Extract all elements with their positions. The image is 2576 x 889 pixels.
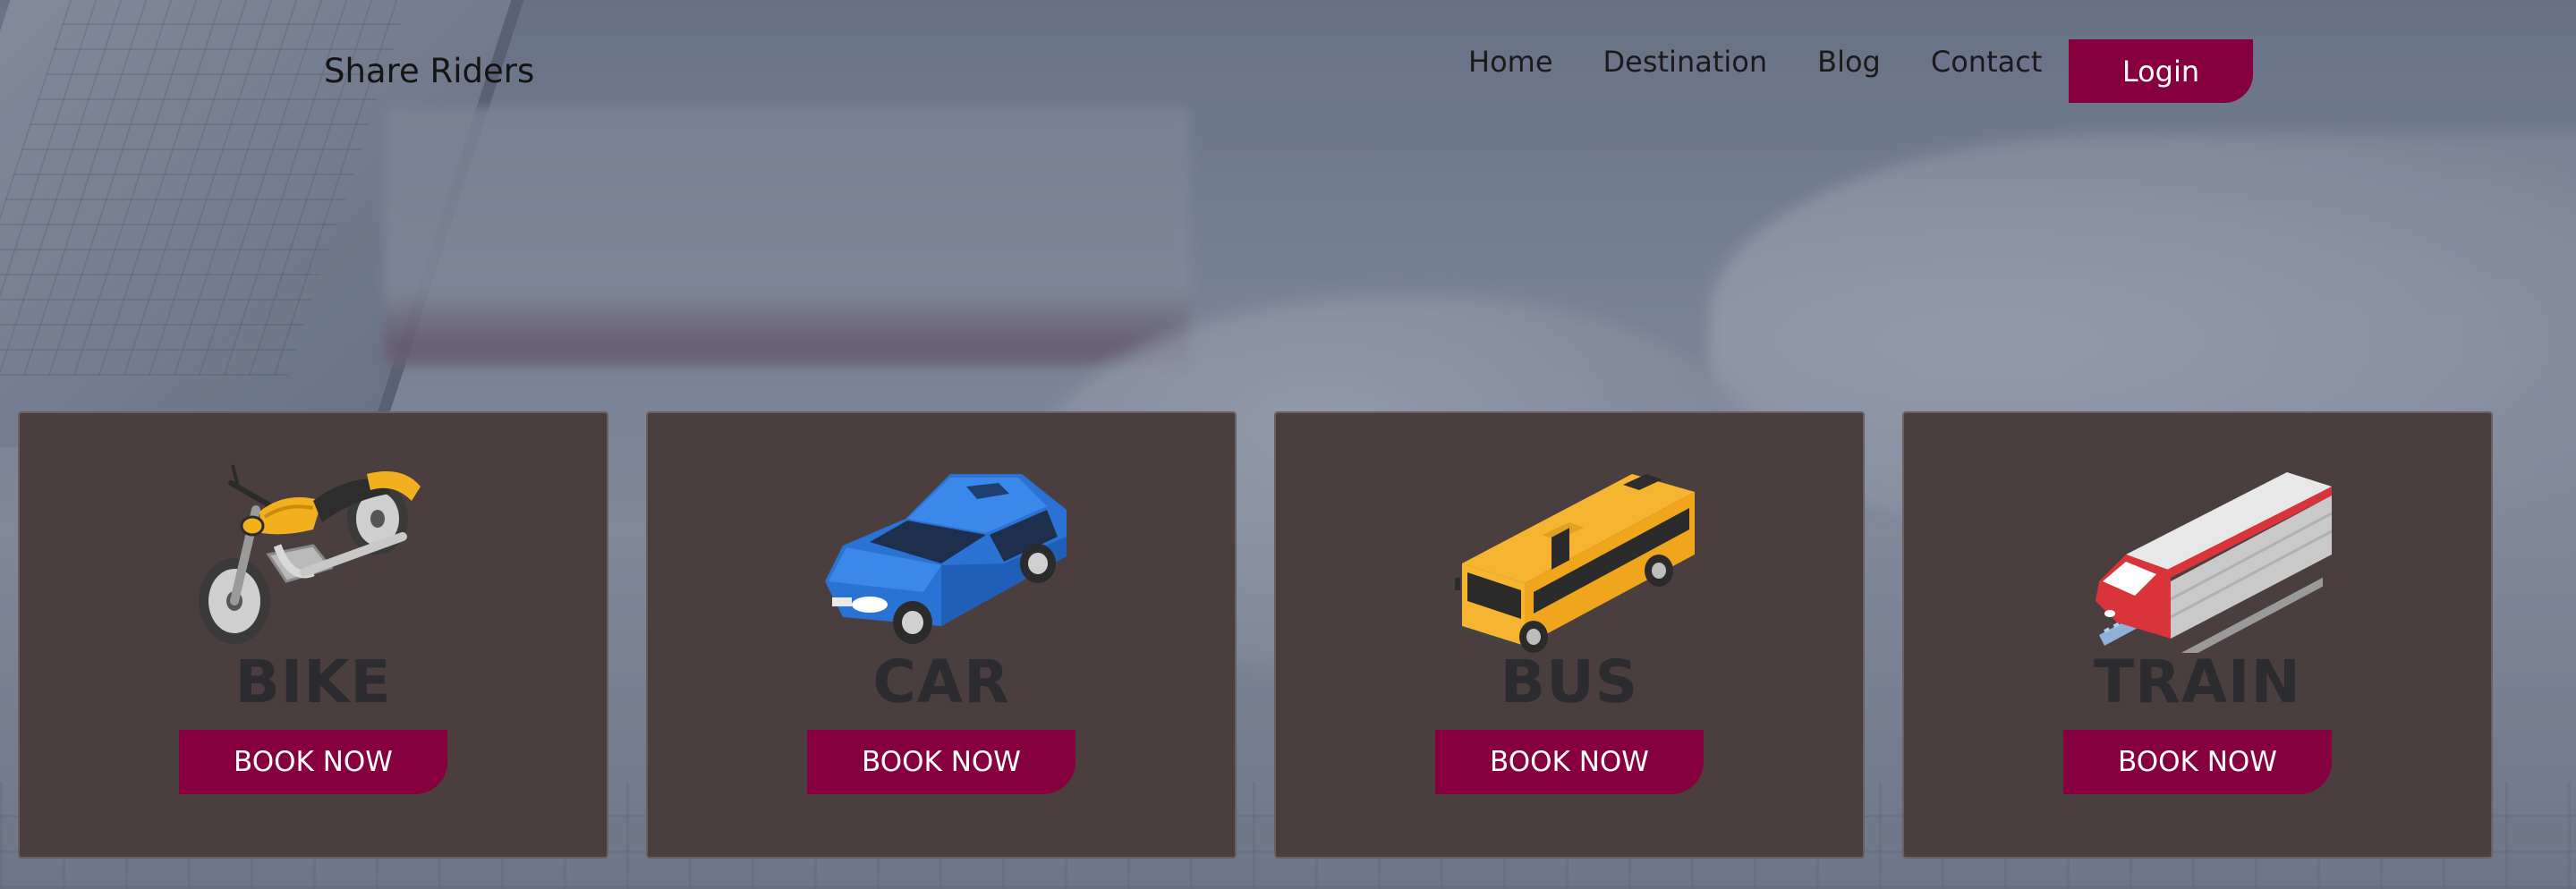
train-card: TRAIN BOOK NOW [1902, 411, 2493, 859]
card-title: CAR [872, 648, 1010, 716]
nav-home-link[interactable]: Home [1468, 45, 1553, 79]
main-nav: Home Destination Blog Contact [1468, 45, 2092, 79]
login-button[interactable]: Login [2069, 39, 2253, 103]
train-icon [2063, 447, 2332, 653]
card-title: BUS [1500, 648, 1639, 716]
bus-card: BUS BOOK NOW [1274, 411, 1865, 859]
book-bus-button[interactable]: BOOK NOW [1435, 730, 1704, 794]
book-train-button[interactable]: BOOK NOW [2063, 730, 2332, 794]
car-icon [807, 447, 1075, 653]
motorcycle-icon [179, 447, 447, 653]
nav-contact-link[interactable]: Contact [1931, 45, 2043, 79]
card-title: BIKE [234, 648, 392, 716]
card-title: TRAIN [2094, 648, 2301, 716]
brand-logo-text[interactable]: Share Riders [324, 52, 534, 90]
book-bike-button[interactable]: BOOK NOW [179, 730, 447, 794]
bus-icon [1435, 447, 1704, 653]
bike-card: BIKE BOOK NOW [18, 411, 608, 859]
book-car-button[interactable]: BOOK NOW [807, 730, 1075, 794]
nav-destination-link[interactable]: Destination [1603, 45, 1768, 79]
vehicle-cards: BIKE BOOK NOW CAR BOOK NOW BUS BOOK NOW … [18, 411, 2493, 859]
car-card: CAR BOOK NOW [646, 411, 1237, 859]
nav-blog-link[interactable]: Blog [1817, 45, 1881, 79]
